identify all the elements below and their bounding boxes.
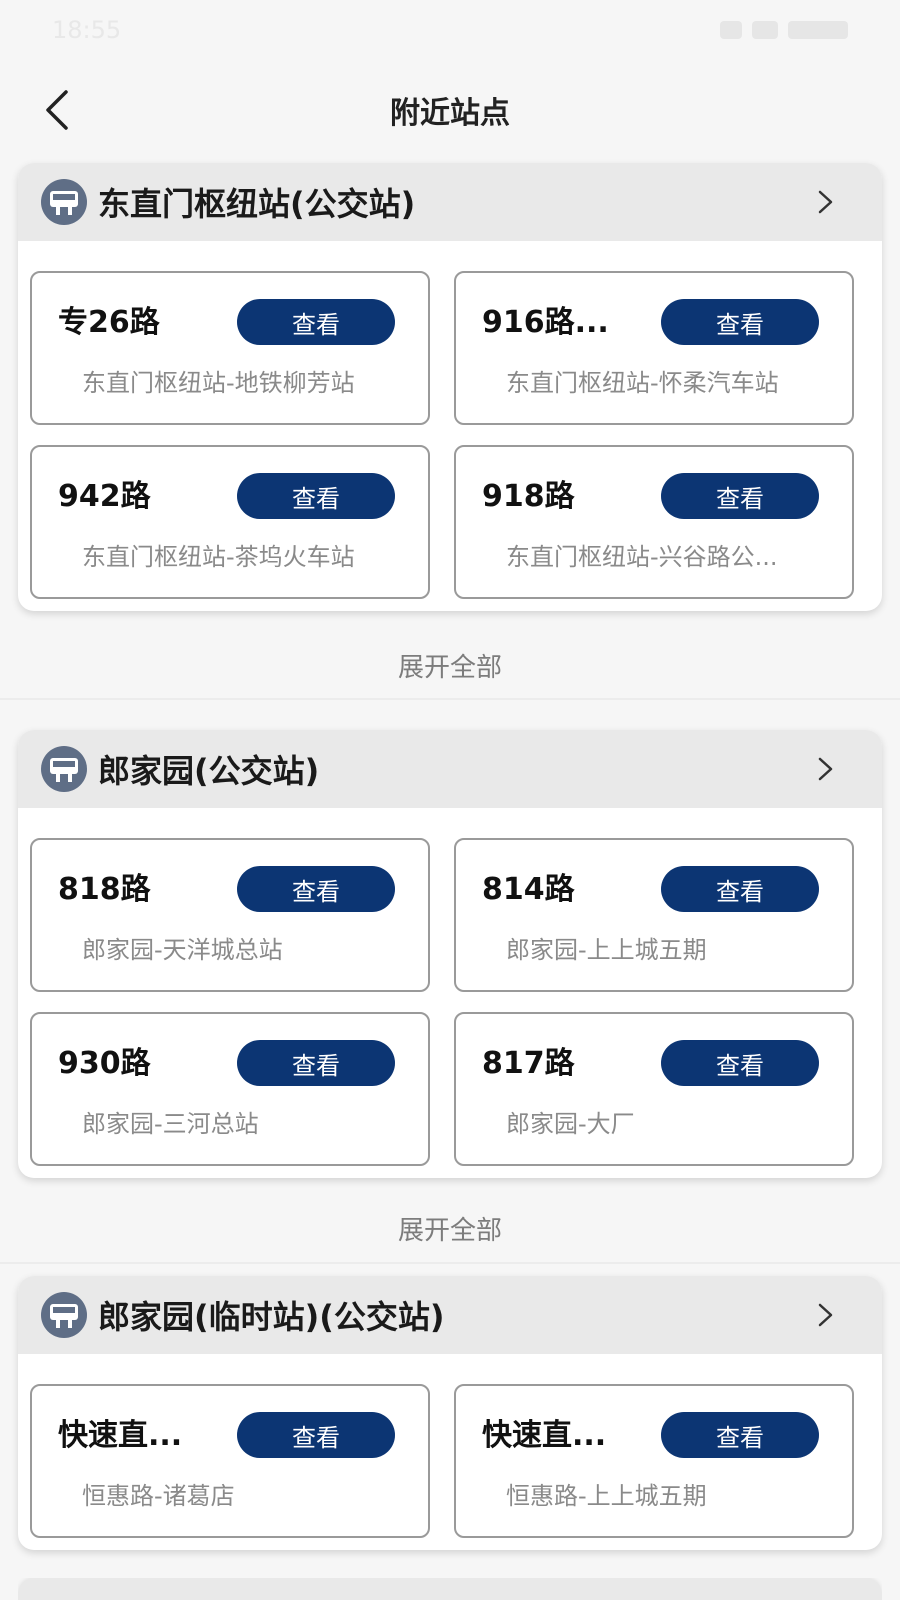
route-name: 817路	[482, 1046, 575, 1081]
route-destination: 东直门枢纽站-茶坞火车站	[82, 543, 355, 571]
view-button[interactable]: 查看	[237, 1412, 395, 1458]
route-tile[interactable]: 916路... 查看 东直门枢纽站-怀柔汽车站	[454, 271, 854, 425]
view-button[interactable]: 查看	[661, 473, 819, 519]
route-name: 942路	[58, 479, 151, 514]
route-tile[interactable]: 930路 查看 郎家园-三河总站	[30, 1012, 430, 1166]
station-header[interactable]: 郎家园(公交站)	[18, 730, 882, 808]
route-destination: 东直门枢纽站-兴谷路公...	[506, 543, 778, 571]
route-tile[interactable]: 专26路 查看 东直门枢纽站-地铁柳芳站	[30, 271, 430, 425]
route-destination: 郎家园-天洋城总站	[82, 936, 283, 964]
route-destination: 恒惠路-上上城五期	[506, 1482, 707, 1510]
route-name: 814路	[482, 872, 575, 907]
view-button[interactable]: 查看	[661, 1040, 819, 1086]
route-name: 快速直...	[482, 1418, 607, 1453]
route-name: 918路	[482, 479, 575, 514]
route-destination: 郎家园-大厂	[506, 1110, 635, 1138]
view-button[interactable]: 查看	[237, 866, 395, 912]
view-button[interactable]: 查看	[237, 473, 395, 519]
route-tile[interactable]: 快速直... 查看 恒惠路-上上城五期	[454, 1384, 854, 1538]
view-button[interactable]: 查看	[661, 866, 819, 912]
route-destination: 郎家园-上上城五期	[506, 936, 707, 964]
battery-icon	[788, 21, 848, 39]
section-divider	[0, 1262, 900, 1264]
route-destination: 东直门枢纽站-地铁柳芳站	[82, 369, 355, 397]
route-tile[interactable]: 814路 查看 郎家园-上上城五期	[454, 838, 854, 992]
expand-all-button[interactable]: 展开全部	[0, 647, 900, 684]
station-card: 东直门枢纽站(公交站) 专26路 查看 东直门枢纽站-地铁柳芳站 916路...…	[18, 163, 882, 611]
route-tile[interactable]: 942路 查看 东直门枢纽站-茶坞火车站	[30, 445, 430, 599]
view-button[interactable]: 查看	[237, 1040, 395, 1086]
section-divider	[0, 698, 900, 700]
route-grid: 818路 查看 郎家园-天洋城总站 814路 查看 郎家园-上上城五期 930路…	[18, 808, 882, 1178]
route-destination: 恒惠路-诸葛店	[82, 1482, 235, 1510]
station-section: 郎家园(临时站)(公交站) 快速直... 查看 恒惠路-诸葛店 快速直... 查…	[18, 1276, 882, 1550]
chevron-right-icon[interactable]	[812, 189, 838, 215]
station-name: 郎家园(临时站)(公交站)	[98, 1298, 445, 1336]
station-name: 郎家园(公交站)	[98, 752, 320, 790]
route-name: 916路...	[482, 305, 609, 340]
view-button[interactable]: 查看	[237, 299, 395, 345]
view-button[interactable]: 查看	[661, 299, 819, 345]
station-header[interactable]: 郎家园(临时站)(公交站)	[18, 1276, 882, 1354]
station-name: 东直门枢纽站(公交站)	[98, 185, 416, 223]
station-card: 郎家园(公交站) 818路 查看 郎家园-天洋城总站 814路 查看 郎家园-上…	[18, 730, 882, 1178]
wifi-icon	[752, 21, 778, 39]
status-time: 18:55	[52, 16, 122, 44]
route-tile[interactable]: 快速直... 查看 恒惠路-诸葛店	[30, 1384, 430, 1538]
route-destination: 郎家园-三河总站	[82, 1110, 259, 1138]
nav-bar: 附近站点	[0, 70, 900, 150]
station-card: 郎家园(临时站)(公交站) 快速直... 查看 恒惠路-诸葛店 快速直... 查…	[18, 1276, 882, 1550]
route-grid: 专26路 查看 东直门枢纽站-地铁柳芳站 916路... 查看 东直门枢纽站-怀…	[18, 241, 882, 611]
chevron-right-icon[interactable]	[812, 756, 838, 782]
bus-stop-icon	[41, 179, 87, 225]
status-bar: 18:55	[0, 0, 900, 60]
route-destination: 东直门枢纽站-怀柔汽车站	[506, 369, 779, 397]
view-button[interactable]: 查看	[661, 1412, 819, 1458]
status-icons	[720, 21, 848, 39]
station-header[interactable]: 东直门枢纽站(公交站)	[18, 163, 882, 241]
route-grid: 快速直... 查看 恒惠路-诸葛店 快速直... 查看 恒惠路-上上城五期	[18, 1354, 882, 1550]
bus-stop-icon	[41, 746, 87, 792]
page-title: 附近站点	[390, 96, 510, 131]
bus-stop-icon	[41, 1292, 87, 1338]
route-tile[interactable]: 918路 查看 东直门枢纽站-兴谷路公...	[454, 445, 854, 599]
station-section: 郎家园(公交站) 818路 查看 郎家园-天洋城总站 814路 查看 郎家园-上…	[18, 730, 882, 1178]
station-section: 东直门枢纽站(公交站) 专26路 查看 东直门枢纽站-地铁柳芳站 916路...…	[18, 163, 882, 611]
route-tile[interactable]: 818路 查看 郎家园-天洋城总站	[30, 838, 430, 992]
route-name: 930路	[58, 1046, 151, 1081]
chevron-right-icon[interactable]	[812, 1302, 838, 1328]
route-name: 快速直...	[58, 1418, 183, 1453]
signal-icon	[720, 21, 742, 39]
route-name: 818路	[58, 872, 151, 907]
station-card-partial	[18, 1578, 882, 1600]
route-name: 专26路	[58, 305, 160, 340]
route-tile[interactable]: 817路 查看 郎家园-大厂	[454, 1012, 854, 1166]
expand-all-button[interactable]: 展开全部	[0, 1210, 900, 1247]
